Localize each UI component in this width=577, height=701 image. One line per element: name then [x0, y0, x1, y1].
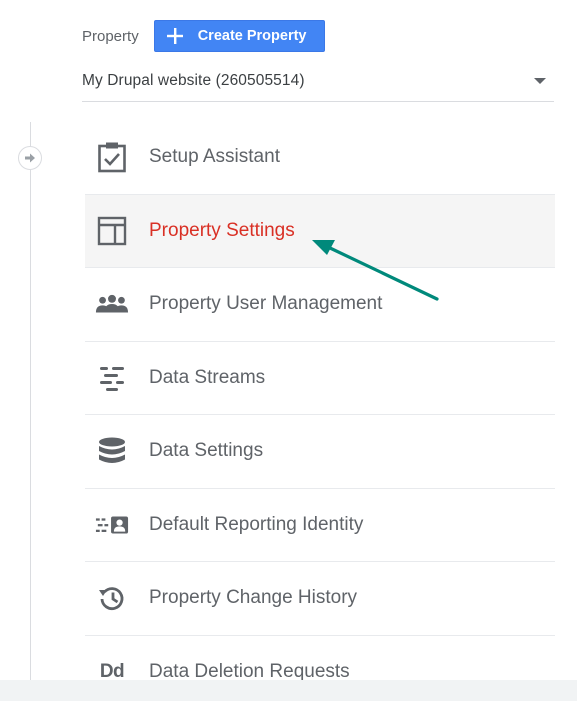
- property-menu: Setup Assistant Property Settings Proper…: [85, 121, 555, 701]
- menu-item-property-settings[interactable]: Property Settings: [85, 194, 555, 268]
- streams-icon: [95, 361, 129, 395]
- plus-icon: [166, 28, 183, 44]
- history-icon: [95, 581, 129, 615]
- admin-property-panel: Property Create Property My Drupal websi…: [0, 0, 577, 701]
- menu-item-default-reporting-identity[interactable]: Default Reporting Identity: [85, 489, 555, 562]
- menu-item-setup-assistant[interactable]: Setup Assistant: [85, 121, 555, 195]
- identity-icon: [95, 508, 129, 542]
- menu-item-property-user-management[interactable]: Property User Management: [85, 268, 555, 342]
- menu-item-data-settings[interactable]: Data Settings: [85, 415, 555, 489]
- property-header: Property Create Property: [82, 20, 325, 52]
- sidebar-divider: [30, 122, 31, 682]
- database-icon: [95, 434, 129, 468]
- menu-item-label: Data Settings: [149, 440, 264, 462]
- menu-item-label: Default Reporting Identity: [149, 513, 364, 535]
- menu-item-label: Data Streams: [149, 366, 266, 388]
- menu-item-label: Setup Assistant: [149, 146, 280, 168]
- menu-item-label: Property Settings: [149, 219, 295, 241]
- menu-item-label: Property User Management: [149, 293, 383, 315]
- clipboard-check-icon: [95, 140, 129, 174]
- create-property-button[interactable]: Create Property: [153, 20, 325, 52]
- layout-icon: [95, 214, 129, 248]
- collapse-arrow-icon[interactable]: [18, 146, 42, 170]
- menu-item-property-change-history[interactable]: Property Change History: [85, 562, 555, 636]
- menu-item-data-streams[interactable]: Data Streams: [85, 342, 555, 415]
- page-footer-band: [0, 680, 577, 701]
- chevron-down-icon: [534, 78, 546, 84]
- property-selector-value: My Drupal website (260505514): [82, 72, 305, 89]
- arrow-right-icon: [25, 153, 35, 163]
- property-header-label: Property: [82, 27, 139, 45]
- menu-item-label: Property Change History: [149, 587, 358, 609]
- create-property-button-label: Create Property: [197, 28, 307, 44]
- property-selector[interactable]: My Drupal website (260505514): [82, 64, 554, 102]
- people-icon: [95, 287, 129, 321]
